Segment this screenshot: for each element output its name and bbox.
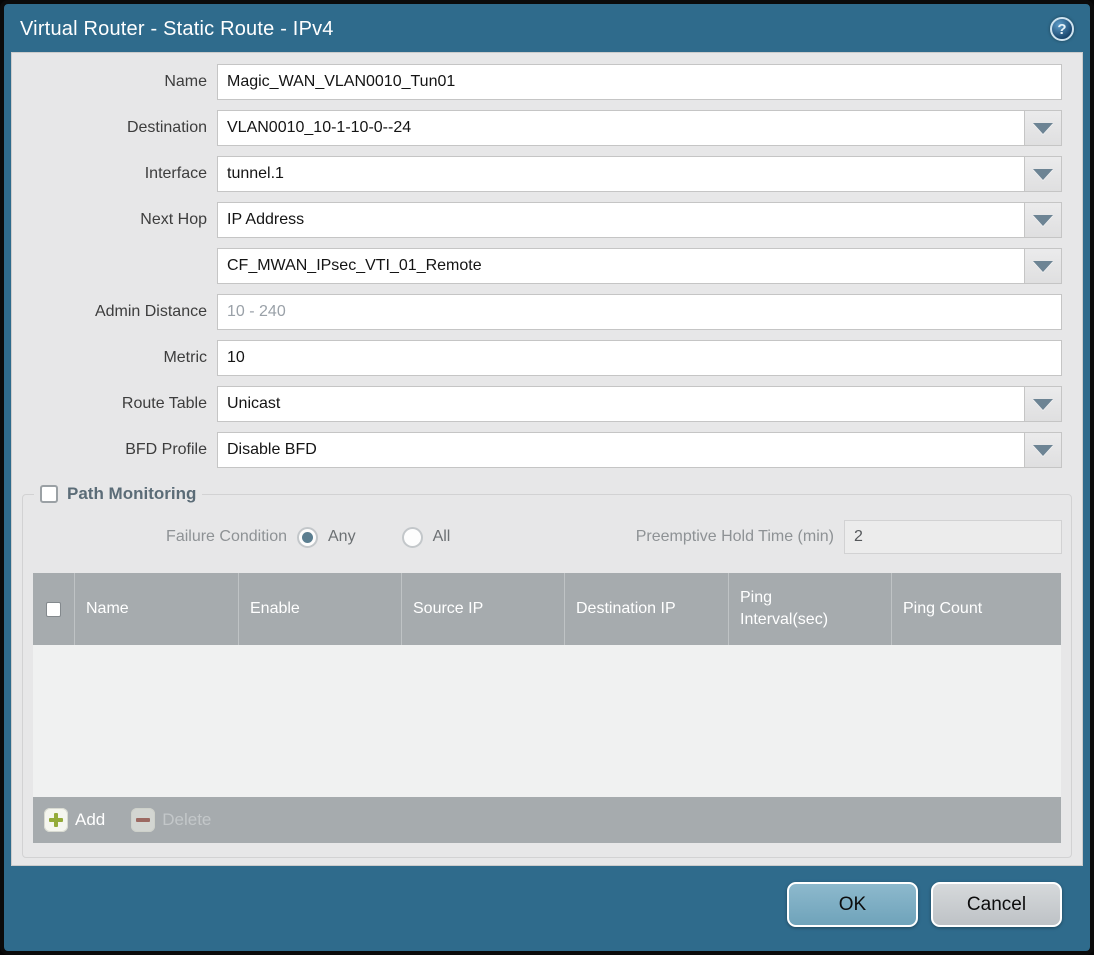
form-row-next-hop: Next Hop xyxy=(12,202,1062,238)
next-hop-type-dropdown-button[interactable] xyxy=(1025,202,1062,238)
plus-icon xyxy=(44,808,68,832)
chevron-down-icon xyxy=(1033,214,1053,226)
form-row-next-hop-address xyxy=(12,248,1062,284)
radio-all-icon[interactable] xyxy=(401,526,423,548)
radio-all-label: All xyxy=(432,528,451,545)
destination-label: Destination xyxy=(126,119,207,136)
dialog-footer: OK Cancel xyxy=(4,866,1090,951)
form-row-interface: Interface xyxy=(12,156,1062,192)
column-header-enable[interactable]: Enable xyxy=(239,573,402,645)
delete-button[interactable]: Delete xyxy=(131,808,211,832)
table-toolbar: Add Delete xyxy=(33,797,1061,843)
dialog-titlebar: Virtual Router - Static Route - IPv4 ? xyxy=(4,4,1090,52)
add-button[interactable]: Add xyxy=(44,808,105,832)
failure-condition-radio-all[interactable]: All xyxy=(401,526,451,548)
failure-condition-label: Failure Condition xyxy=(166,528,287,545)
route-table-dropdown-button[interactable] xyxy=(1025,386,1062,422)
chevron-down-icon xyxy=(1033,398,1053,410)
path-monitoring-section: Path Monitoring Failure Condition Any Al… xyxy=(22,484,1072,858)
destination-input[interactable] xyxy=(217,110,1025,146)
form-row-metric: Metric xyxy=(12,340,1062,376)
metric-label: Metric xyxy=(163,349,207,366)
route-table-label: Route Table xyxy=(121,395,207,412)
minus-icon xyxy=(131,808,156,832)
preemptive-hold-time-label: Preemptive Hold Time (min) xyxy=(635,528,834,545)
chevron-down-icon xyxy=(1033,444,1053,456)
form-row-route-table: Route Table xyxy=(12,386,1062,422)
interface-input[interactable] xyxy=(217,156,1025,192)
admin-distance-label: Admin Distance xyxy=(94,303,207,320)
select-all-checkbox[interactable] xyxy=(46,601,61,617)
column-header-name[interactable]: Name xyxy=(75,573,239,645)
preemptive-hold-time-input[interactable] xyxy=(844,520,1062,554)
destination-dropdown-button[interactable] xyxy=(1025,110,1062,146)
metric-input[interactable] xyxy=(217,340,1062,376)
next-hop-address-input[interactable] xyxy=(217,248,1025,284)
admin-distance-input[interactable] xyxy=(217,294,1062,330)
chevron-down-icon xyxy=(1033,168,1053,180)
chevron-down-icon xyxy=(1033,122,1053,134)
path-monitoring-title: Path Monitoring xyxy=(67,484,197,503)
table-body-empty xyxy=(33,645,1061,797)
failure-condition-row: Failure Condition Any All Preemptive Hol… xyxy=(32,520,1062,554)
form-row-destination: Destination xyxy=(12,110,1062,146)
column-header-ping-interval[interactable]: Ping Interval(sec) xyxy=(729,573,892,645)
bfd-profile-label: BFD Profile xyxy=(125,441,207,458)
next-hop-type-input[interactable] xyxy=(217,202,1025,238)
add-button-label: Add xyxy=(75,810,106,829)
path-monitoring-legend: Path Monitoring xyxy=(34,484,202,504)
table-header-row: Name Enable Source IP Destination IP Pin… xyxy=(33,573,1061,645)
ok-button[interactable]: OK xyxy=(787,882,918,927)
delete-button-label: Delete xyxy=(162,810,212,829)
path-monitoring-table: Name Enable Source IP Destination IP Pin… xyxy=(33,573,1061,843)
bfd-profile-dropdown-button[interactable] xyxy=(1025,432,1062,468)
column-header-source-ip[interactable]: Source IP xyxy=(402,573,565,645)
next-hop-label: Next Hop xyxy=(140,211,207,228)
select-all-checkbox-cell xyxy=(33,573,75,645)
radio-any-label: Any xyxy=(328,528,356,545)
route-table-input[interactable] xyxy=(217,386,1025,422)
name-input[interactable] xyxy=(217,64,1062,100)
form-row-name: Name xyxy=(12,64,1062,100)
help-icon[interactable]: ? xyxy=(1050,17,1074,41)
column-header-destination-ip[interactable]: Destination IP xyxy=(565,573,729,645)
name-label: Name xyxy=(164,73,207,90)
form-row-bfd-profile: BFD Profile xyxy=(12,432,1062,468)
column-header-ping-count[interactable]: Ping Count xyxy=(892,573,1061,645)
static-route-dialog: Virtual Router - Static Route - IPv4 ? N… xyxy=(0,0,1094,955)
bfd-profile-input[interactable] xyxy=(217,432,1025,468)
dialog-body: Name Destination Interface Next Hop xyxy=(11,52,1083,866)
form-row-admin-distance: Admin Distance xyxy=(12,294,1062,330)
chevron-down-icon xyxy=(1033,260,1053,272)
dialog-title: Virtual Router - Static Route - IPv4 xyxy=(20,17,334,40)
interface-label: Interface xyxy=(144,165,207,182)
next-hop-address-dropdown-button[interactable] xyxy=(1025,248,1062,284)
interface-dropdown-button[interactable] xyxy=(1025,156,1062,192)
cancel-button[interactable]: Cancel xyxy=(931,882,1062,927)
failure-condition-radio-any[interactable]: Any xyxy=(297,526,356,548)
path-monitoring-checkbox[interactable] xyxy=(40,485,58,503)
radio-any-icon[interactable] xyxy=(297,526,318,548)
